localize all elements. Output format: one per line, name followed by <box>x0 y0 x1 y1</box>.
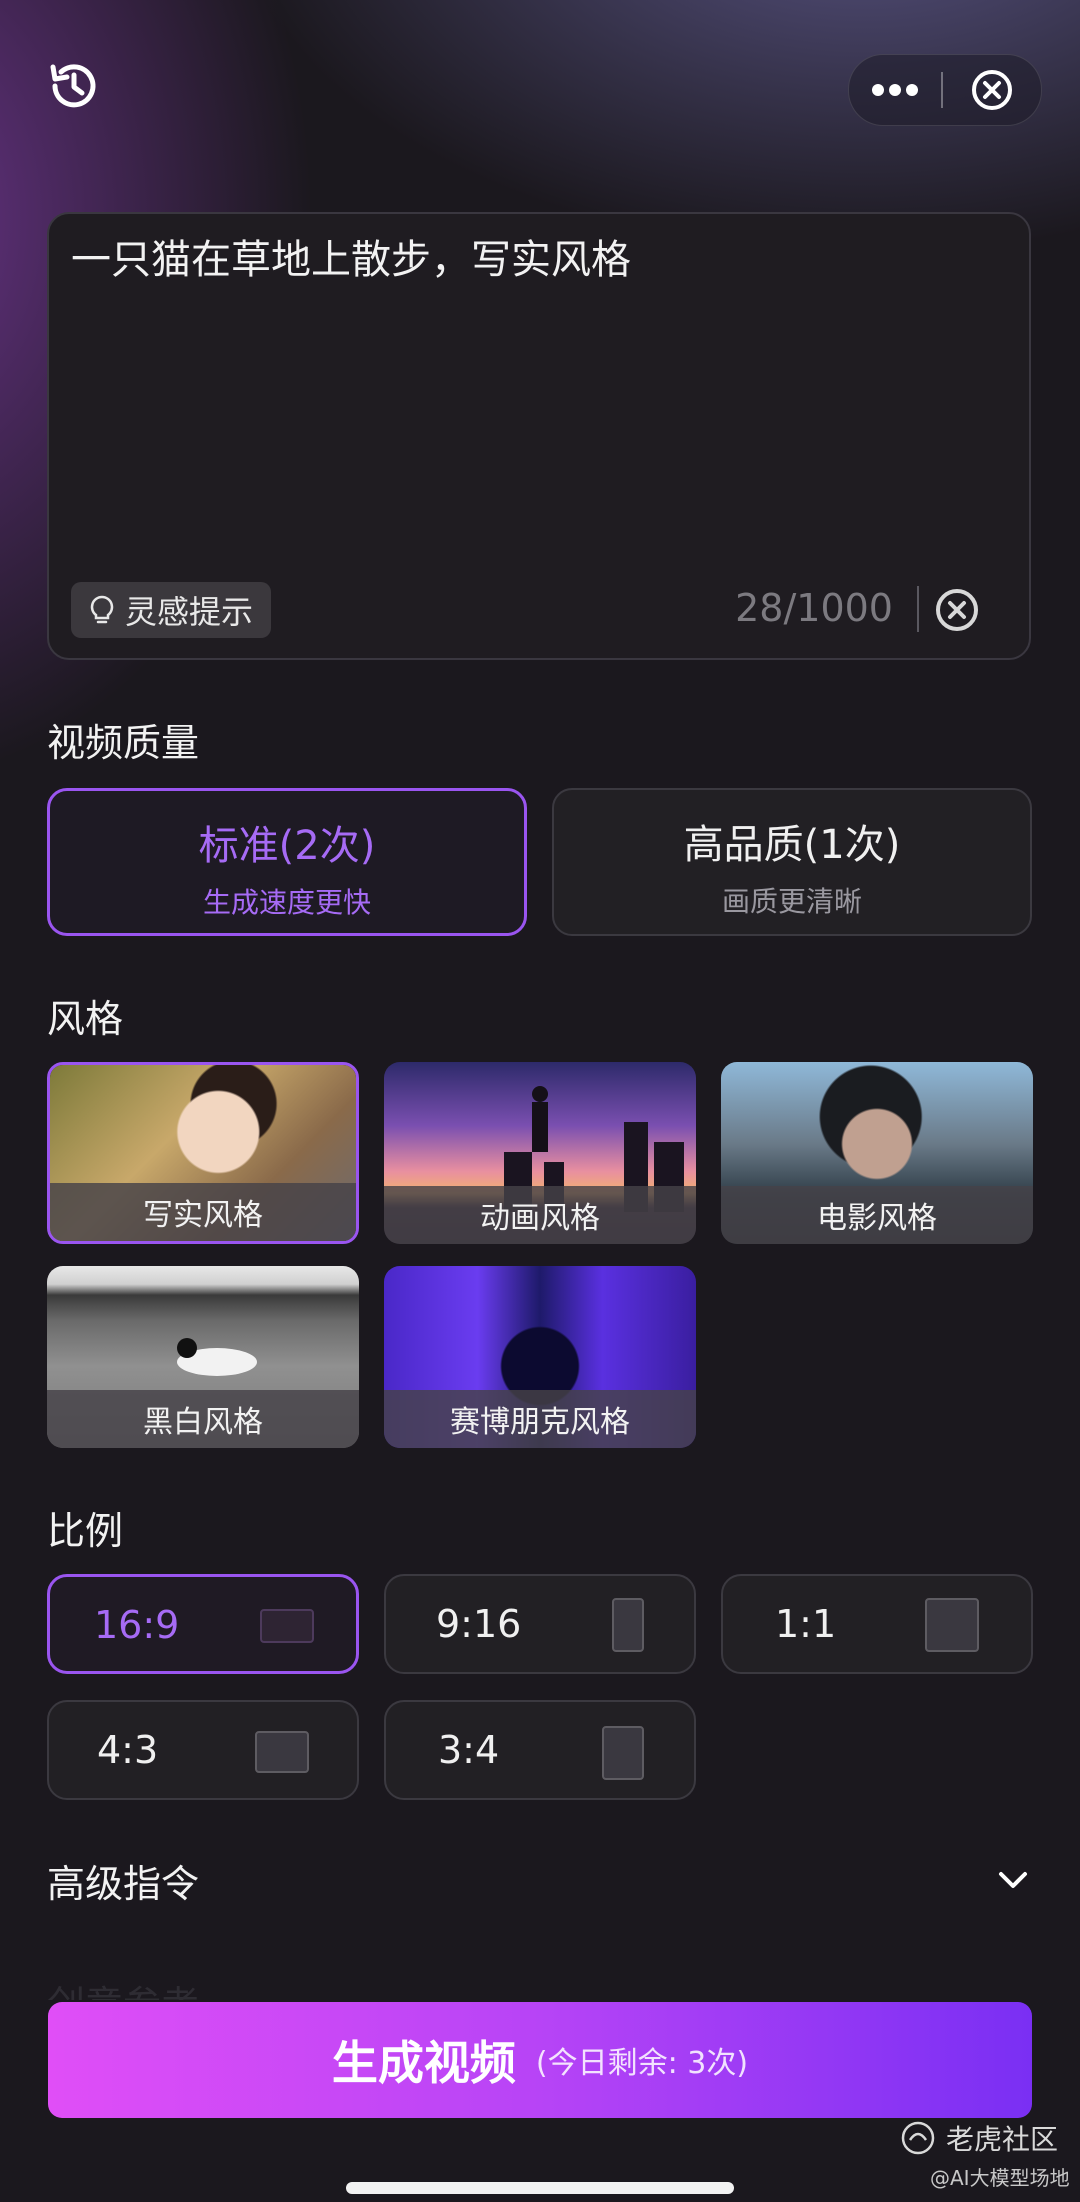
history-clock-icon <box>50 64 96 108</box>
history-button[interactable] <box>44 56 104 116</box>
counter-divider <box>917 586 919 632</box>
ratio-option-16-9[interactable]: 16:9 <box>47 1574 359 1674</box>
style-option-label: 电影风格 <box>721 1186 1033 1244</box>
watermark-handle: @AI大模型场地 <box>930 2166 1070 2190</box>
hint-label: 灵感提示 <box>125 593 254 631</box>
style-option-realistic[interactable]: 写实风格 <box>47 1062 359 1244</box>
quality-option-standard[interactable]: 标准(2次) 生成速度更快 <box>47 788 527 936</box>
close-circle-icon <box>972 70 1012 110</box>
quality-option-label: 标准(2次) <box>198 823 376 869</box>
more-button[interactable] <box>849 55 941 125</box>
ratio-label: 4:3 <box>97 1728 159 1772</box>
style-option-label: 写实风格 <box>50 1183 356 1241</box>
style-option-cyberpunk[interactable]: 赛博朋克风格 <box>384 1266 696 1448</box>
style-option-label: 赛博朋克风格 <box>384 1390 696 1448</box>
remaining-count: (今日剩余: 3次) <box>535 2046 749 2081</box>
style-option-bw[interactable]: 黑白风格 <box>47 1266 359 1448</box>
ratio-shape-icon <box>602 1726 644 1780</box>
quality-section-title: 视频质量 <box>47 721 200 765</box>
advanced-section-title: 高级指令 <box>47 1861 200 1906</box>
tiger-logo-icon <box>901 2121 935 2155</box>
ratio-shape-icon <box>255 1731 309 1773</box>
clear-circle-icon <box>936 589 978 631</box>
quality-option-desc: 画质更清晰 <box>721 885 862 918</box>
close-button[interactable] <box>943 55 1041 125</box>
ratio-option-9-16[interactable]: 9:16 <box>384 1574 696 1674</box>
style-option-label: 动画风格 <box>384 1186 696 1244</box>
ratio-section-title: 比例 <box>47 1509 124 1553</box>
watermark: 老虎社区 <box>900 2118 1058 2158</box>
quality-option-label: 高品质(1次) <box>683 822 901 868</box>
style-option-animation[interactable]: 动画风格 <box>384 1062 696 1244</box>
ratio-option-4-3[interactable]: 4:3 <box>47 1700 359 1800</box>
char-counter: 28/1000 <box>735 586 893 630</box>
ratio-label: 1:1 <box>775 1602 837 1646</box>
lightbulb-icon <box>90 595 114 624</box>
generate-label: 生成视频 <box>331 2036 516 2090</box>
watermark-name: 老虎社区 <box>946 2123 1059 2156</box>
ratio-shape-icon <box>925 1598 979 1652</box>
style-section-title: 风格 <box>47 997 124 1041</box>
quality-option-high[interactable]: 高品质(1次) 画质更清晰 <box>552 788 1032 936</box>
ratio-shape-icon <box>612 1598 644 1652</box>
ratio-shape-icon <box>260 1609 314 1643</box>
chevron-down-icon <box>999 1872 1027 1888</box>
prompt-text[interactable]: 一只猫在草地上散步，写实风格 <box>71 232 1007 288</box>
home-indicator[interactable] <box>346 2182 734 2194</box>
faded-section-title: 创意参考 <box>47 1974 199 2000</box>
mini-program-capsule <box>848 54 1042 126</box>
ratio-label: 16:9 <box>94 1603 180 1647</box>
quality-option-desc: 生成速度更快 <box>202 886 371 919</box>
inspiration-hint-button[interactable]: 灵感提示 <box>71 582 272 638</box>
prompt-textarea[interactable]: 一只猫在草地上散步，写实风格 灵感提示 28/1000 <box>47 212 1031 660</box>
clear-prompt-button[interactable] <box>933 586 981 634</box>
ratio-label: 9:16 <box>436 1602 522 1646</box>
ratio-option-1-1[interactable]: 1:1 <box>721 1574 1033 1674</box>
advanced-instructions-toggle[interactable]: 高级指令 <box>47 1850 1037 1910</box>
ratio-label: 3:4 <box>438 1728 500 1772</box>
generate-video-button[interactable]: 生成视频 (今日剩余: 3次) <box>48 2002 1032 2118</box>
ratio-option-3-4[interactable]: 3:4 <box>384 1700 696 1800</box>
style-option-label: 黑白风格 <box>47 1390 359 1448</box>
style-option-cinematic[interactable]: 电影风格 <box>721 1062 1033 1244</box>
more-dots-icon <box>872 84 918 96</box>
